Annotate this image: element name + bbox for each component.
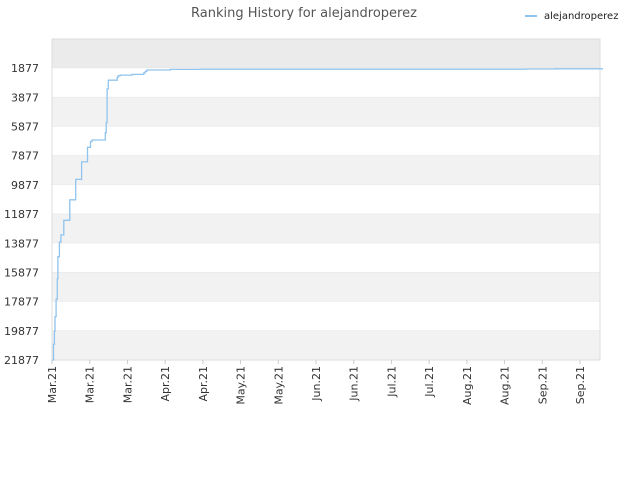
grid-band [52, 301, 600, 331]
y-tick-label: 9877 [11, 179, 39, 192]
y-tick-label: 7877 [11, 150, 39, 163]
x-tick-label: Aug.21 [461, 366, 474, 405]
x-tick-label: Jun.21 [310, 366, 323, 402]
y-tick-label: 1877 [11, 62, 39, 75]
y-tick-label: 5877 [11, 121, 39, 134]
y-axis: 1877 3877 5877 7877 9877 11877 13877 15877 17877… [4, 62, 39, 367]
y-tick-label: 17877 [4, 296, 39, 309]
grid-bands [52, 39, 600, 361]
y-tick-label: 11877 [4, 208, 39, 221]
x-tick-label: May.21 [272, 366, 285, 405]
grid-band [52, 126, 600, 156]
x-tick-label: Sep.21 [574, 366, 587, 404]
grid-band [52, 97, 600, 127]
y-tick-label: 3877 [11, 91, 39, 104]
chart-title: Ranking History for alejandroperez [191, 6, 417, 21]
x-tick-label: May.21 [235, 366, 248, 405]
grid-band [52, 39, 600, 69]
ranking-chart: 1877 3877 5877 7877 9877 11877 13877 15877 17877… [4, 6, 618, 405]
y-tick-label: 15877 [4, 266, 39, 279]
x-tick-label: Mar.21 [84, 366, 97, 403]
x-tick-label: Aug.21 [499, 366, 512, 405]
grid-band [52, 155, 600, 185]
x-tick-label: Apr.21 [197, 366, 210, 402]
grid-band [52, 184, 600, 215]
x-tick-label: Sep.21 [536, 366, 549, 404]
x-tick-label: Mar.21 [121, 366, 134, 403]
y-tick-label: 13877 [4, 237, 39, 250]
legend-label: alejandroperez [544, 11, 618, 22]
grid-band [52, 272, 600, 302]
x-tick-label: Mar.21 [46, 366, 59, 403]
x-axis: Mar.21 Mar.21 Mar.21 Apr.21 Apr.21 May.21 May.… [46, 360, 587, 405]
legend: alejandroperez [525, 11, 618, 22]
grid-band [52, 330, 600, 360]
grid-band [52, 68, 600, 98]
x-tick-label: Jul.21 [385, 366, 398, 398]
x-tick-label: Jul.21 [423, 366, 436, 398]
y-tick-label: 19877 [4, 325, 39, 338]
x-tick-label: Apr.21 [159, 366, 172, 402]
grid-band [52, 243, 600, 273]
x-tick-label: Jun.21 [348, 366, 361, 402]
y-tick-label: 21877 [4, 354, 39, 367]
grid-band [52, 214, 600, 244]
